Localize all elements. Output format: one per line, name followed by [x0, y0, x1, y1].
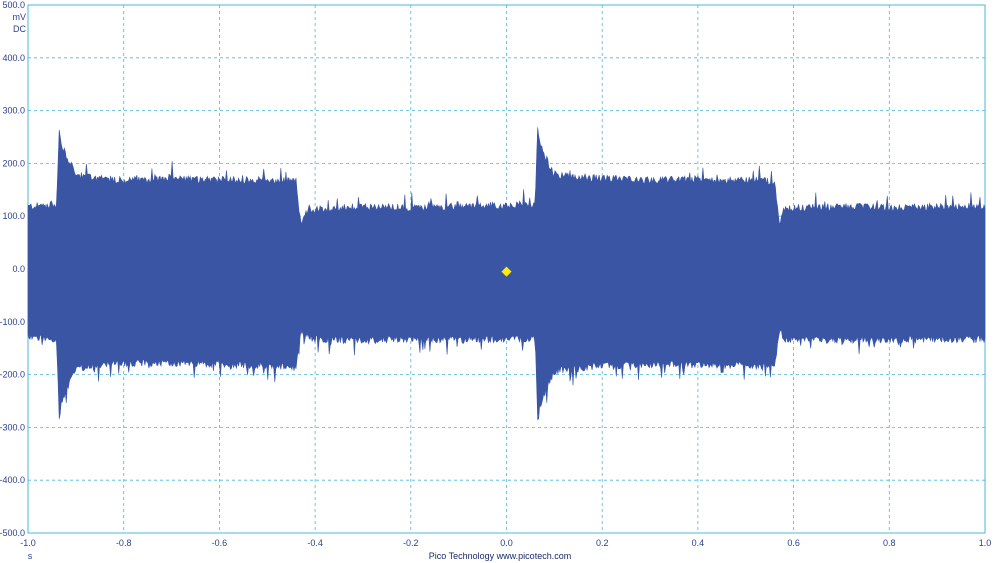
y-tick-label: -500.0: [0, 528, 25, 538]
y-axis-ticks: 500.0 400.0 300.0 200.0 100.0 0.0 -100.0 -200.0…: [0, 0, 25, 538]
x-tick-label: -0.6: [212, 538, 228, 548]
y-tick-label: -300.0: [0, 422, 25, 432]
y-tick-label: 500.0: [2, 0, 25, 10]
y-tick-label: 0.0: [12, 264, 25, 274]
x-axis-ticks: -1.0 -0.8 -0.6 -0.4 -0.2 0.0 0.2 0.4 0.6 0.8 1.0: [20, 538, 991, 548]
x-tick-label: -0.2: [403, 538, 419, 548]
footer-credit: Pico Technology www.picotech.com: [429, 551, 571, 561]
x-tick-label: 0.8: [883, 538, 896, 548]
x-tick-label: -0.8: [116, 538, 132, 548]
x-tick-label: 1.0: [979, 538, 992, 548]
x-tick-label: -1.0: [20, 538, 36, 548]
y-tick-label: 100.0: [2, 211, 25, 221]
y-tick-label: 300.0: [2, 106, 25, 116]
x-tick-label: 0.2: [596, 538, 609, 548]
x-tick-label: 0.0: [500, 538, 513, 548]
y-tick-label: -200.0: [0, 370, 25, 380]
y-tick-label: -400.0: [0, 475, 25, 485]
oscilloscope-chart: 500.0 400.0 300.0 200.0 100.0 0.0 -100.0 -200.0…: [0, 0, 991, 561]
y-axis-coupling: DC: [13, 24, 26, 34]
x-tick-label: 0.4: [692, 538, 705, 548]
y-tick-label: 400.0: [2, 53, 25, 63]
y-tick-label: -100.0: [0, 317, 25, 327]
x-tick-label: -0.4: [307, 538, 323, 548]
y-tick-label: 200.0: [2, 158, 25, 168]
x-axis-unit: s: [28, 551, 33, 561]
y-axis-unit: mV: [13, 12, 27, 22]
x-tick-label: 0.6: [787, 538, 800, 548]
